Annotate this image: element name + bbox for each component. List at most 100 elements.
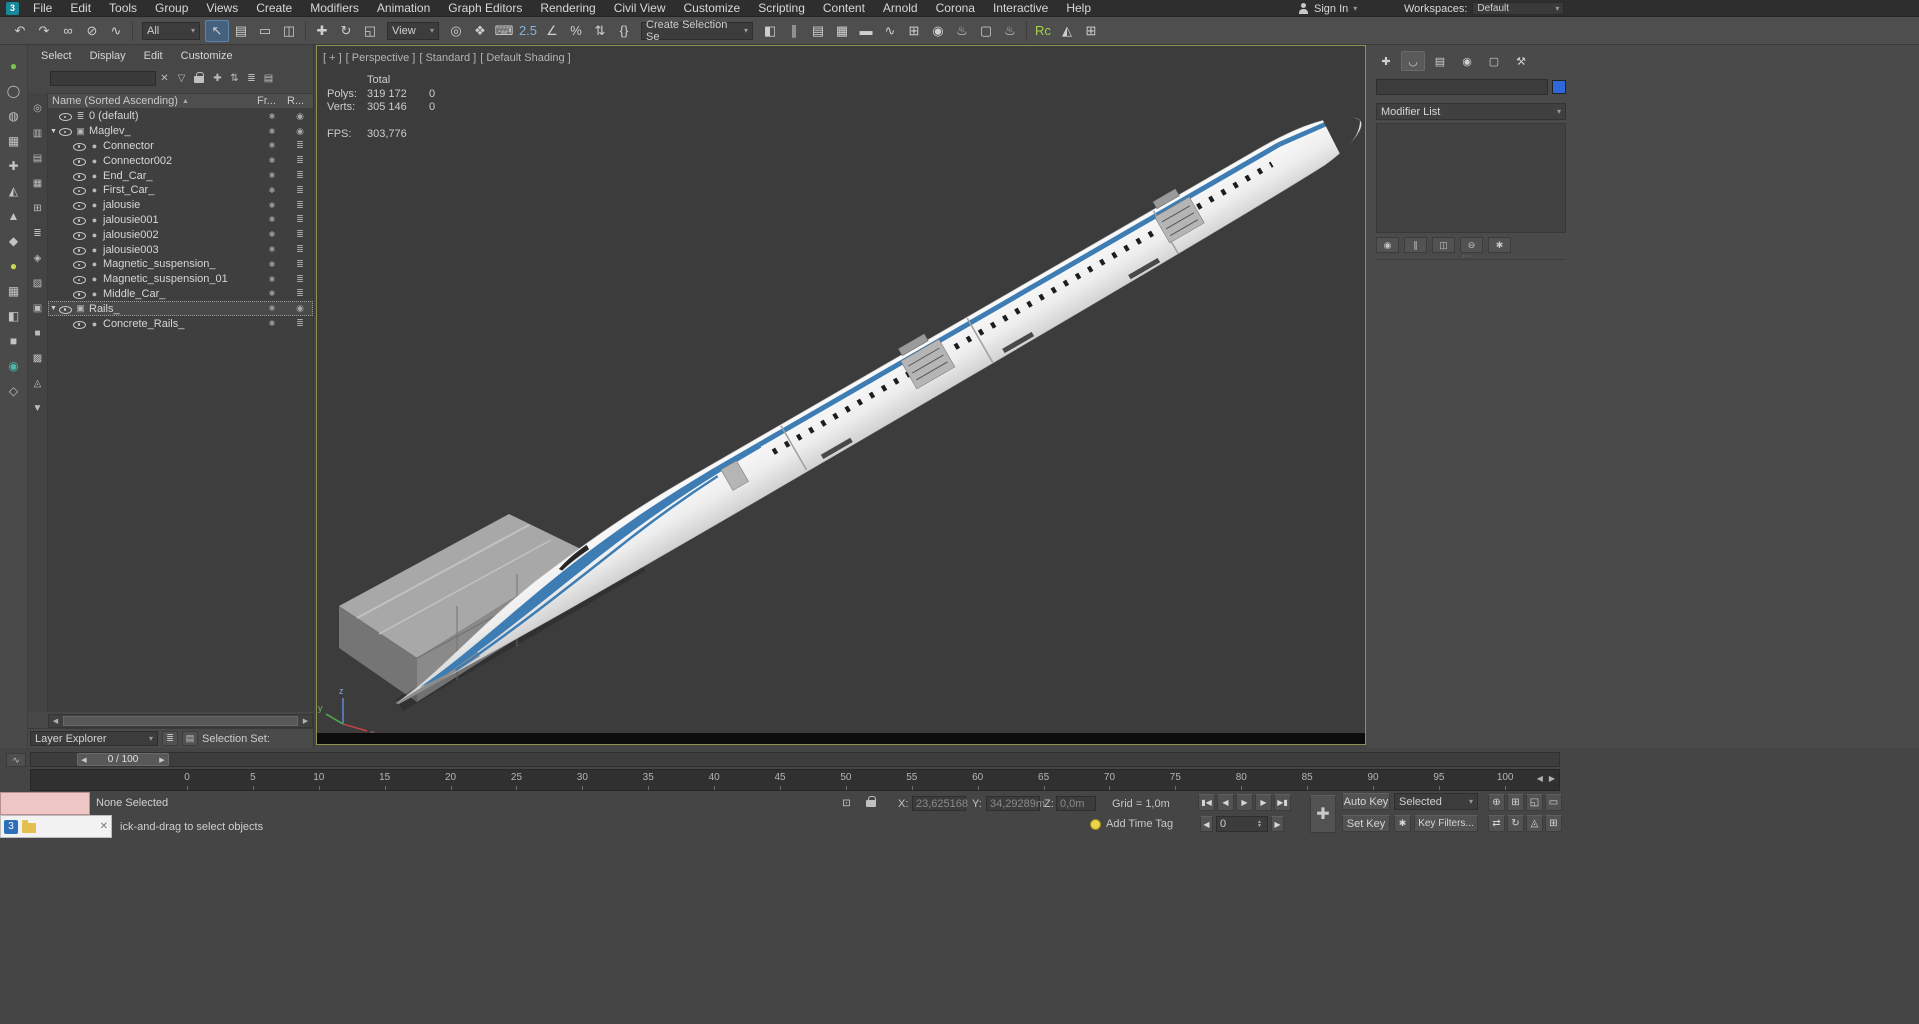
frame-spinner[interactable]: ▲ ▼ [1255,819,1264,829]
render-cell[interactable]: ≣ [287,259,313,270]
maxscript-mini-listener[interactable]: 3 ✕ [0,815,112,838]
menu-item[interactable]: Civil View [605,0,675,17]
visibility-eye-icon[interactable] [59,125,72,137]
macro-recorder-line[interactable] [0,792,90,815]
app-logo-icon[interactable]: 3 [6,1,19,15]
visibility-eye-icon[interactable] [73,229,86,241]
scene-explorer-menu-item[interactable]: Edit [135,47,172,65]
reference-coordinate-dropdown[interactable]: View ▾ [387,21,439,40]
x-coordinate-field[interactable]: 23,625168 [912,796,968,811]
render-production-icon[interactable]: ♨ [998,20,1022,42]
left-tool-12[interactable]: ■ [3,330,24,351]
schematic-view-icon[interactable]: ⊞ [902,20,926,42]
left-tool-3[interactable]: ◍ [3,105,24,126]
frozen-cell[interactable]: ✱ [257,230,287,239]
select-and-link-icon[interactable]: ∞ [56,20,80,42]
scene-explorer-menu-item[interactable]: Customize [172,47,242,65]
search-input[interactable] [50,70,156,86]
isolate-selection-icon[interactable]: ⊡ [838,795,855,812]
node-label[interactable]: jalousie [101,199,257,211]
frozen-cell[interactable]: ✱ [257,156,287,165]
edit-named-selection-sets-icon[interactable]: {} [612,20,636,42]
tree-row[interactable]: ≣ 0 (default) ✱ ◉ [48,109,313,124]
render-cell[interactable]: ≣ [287,170,313,181]
unlink-selection-icon[interactable]: ⊘ [80,20,104,42]
tab-hierarchy[interactable]: ▤ [1428,51,1452,71]
tree-row[interactable]: ● jalousie003 ✱ ≣ [48,242,313,257]
window-crossing-icon[interactable]: ◫ [277,20,301,42]
previous-frame-arrow[interactable]: ◀ [78,754,90,765]
select-and-rotate-icon[interactable]: ↻ [334,20,358,42]
zoom-icon[interactable]: ⊕ [1488,794,1505,811]
render-cell[interactable]: ≣ [287,214,313,225]
toggle-layer-explorer-icon[interactable]: ▦ [830,20,854,42]
play-button[interactable]: ▶ [1236,794,1253,811]
track-left-icon[interactable]: ◀ [1537,774,1543,783]
menu-item[interactable]: File [24,0,61,17]
field-of-view-icon[interactable]: ◬ [1526,815,1543,832]
explorer-tool-10[interactable]: ■ [30,326,45,341]
uv-editor-icon[interactable]: ⊞ [1079,20,1103,42]
frozen-cell[interactable]: ✱ [257,127,287,136]
name-column-header[interactable]: Name (Sorted Ascending) ▲ [48,95,257,107]
tree-row[interactable]: ● Concrete_Rails_ ✱ ≣ [48,316,313,331]
visibility-eye-icon[interactable] [73,155,86,167]
y-coordinate-field[interactable]: 34,29289m [986,796,1045,811]
bind-to-space-warp-icon[interactable]: ∿ [104,20,128,42]
scroll-left-icon[interactable]: ◀ [49,717,62,725]
tab-modify[interactable]: ◡ [1401,51,1425,71]
configure-modifier-sets-button[interactable]: ✱ [1488,237,1511,253]
render-arnold-icon[interactable]: ◭ [1055,20,1079,42]
scene-explorer-header[interactable]: Name (Sorted Ascending) ▲ Fr... R... [48,93,313,109]
menu-item[interactable]: Interactive [984,0,1057,17]
frozen-cell[interactable]: ✱ [257,215,287,224]
explorer-tool-5[interactable]: ⊞ [30,201,45,216]
close-icon[interactable]: ✕ [100,821,108,832]
angle-snap-icon[interactable]: ∠ [540,20,564,42]
visibility-eye-icon[interactable] [59,110,72,122]
visibility-eye-icon[interactable] [73,170,86,182]
left-tool-6[interactable]: ◭ [3,180,24,201]
tree-row[interactable]: ● jalousie002 ✱ ≣ [48,227,313,242]
expander-icon[interactable]: ▼ [48,128,59,135]
explorer-footer-icon-2[interactable]: ▤ [182,731,198,746]
sort-icon[interactable]: ⇅ [226,70,243,86]
z-coordinate-field[interactable]: 0,0m [1056,796,1096,811]
key-filters-button[interactable]: Key Filters... [1414,815,1478,832]
current-frame-field[interactable]: 0 ▲ ▼ [1216,816,1268,832]
viewport-style-menu[interactable]: [ Standard ] [419,52,476,64]
left-tool-11[interactable]: ◧ [3,305,24,326]
viewport-general-menu[interactable]: [ + ] [323,52,342,64]
folder-icon[interactable] [22,819,36,833]
tree-row[interactable]: ● jalousie ✱ ≣ [48,198,313,213]
menu-item[interactable]: Rendering [531,0,604,17]
menu-item[interactable]: Customize [675,0,750,17]
explorer-tool-12[interactable]: ◬ [30,376,45,391]
explorer-tool-6[interactable]: ≣ [30,226,45,241]
time-slider-handle[interactable]: ◀ 0 / 100 ▶ [77,753,169,766]
key-selection-dropdown[interactable]: Selected ▾ [1394,793,1478,810]
select-and-scale-icon[interactable]: ◱ [358,20,382,42]
node-label[interactable]: Connector [101,140,257,152]
frozen-cell[interactable]: ✱ [257,245,287,254]
scrollbar-thumb[interactable] [63,716,298,726]
render-cell[interactable]: ≣ [287,318,313,329]
frozen-cell[interactable]: ✱ [257,304,287,313]
frozen-cell[interactable]: ✱ [257,260,287,269]
frozen-cell[interactable]: ✱ [257,201,287,210]
material-editor-icon[interactable]: ◉ [926,20,950,42]
menu-item[interactable]: Arnold [874,0,927,17]
explorer-tool-8[interactable]: ▨ [30,276,45,291]
explorer-footer-icon-1[interactable]: ≣ [162,731,178,746]
create-layer-icon[interactable]: ✚ [209,70,226,86]
go-to-end-button[interactable]: ▶▮ [1274,794,1291,811]
selection-filter-dropdown[interactable]: All ▾ [142,21,200,40]
frozen-cell[interactable]: ✱ [257,275,287,284]
workspace-dropdown[interactable]: Default ▾ [1472,2,1565,15]
track-right-icon[interactable]: ▶ [1549,774,1555,783]
left-tool-9[interactable]: ● [3,255,24,276]
object-name-field[interactable] [1376,79,1548,95]
left-tool-1[interactable]: ● [3,55,24,76]
explorer-mode-dropdown[interactable]: Layer Explorer ▾ [30,731,158,746]
open-mini-curve-editor-button[interactable]: ∿ [6,753,26,767]
